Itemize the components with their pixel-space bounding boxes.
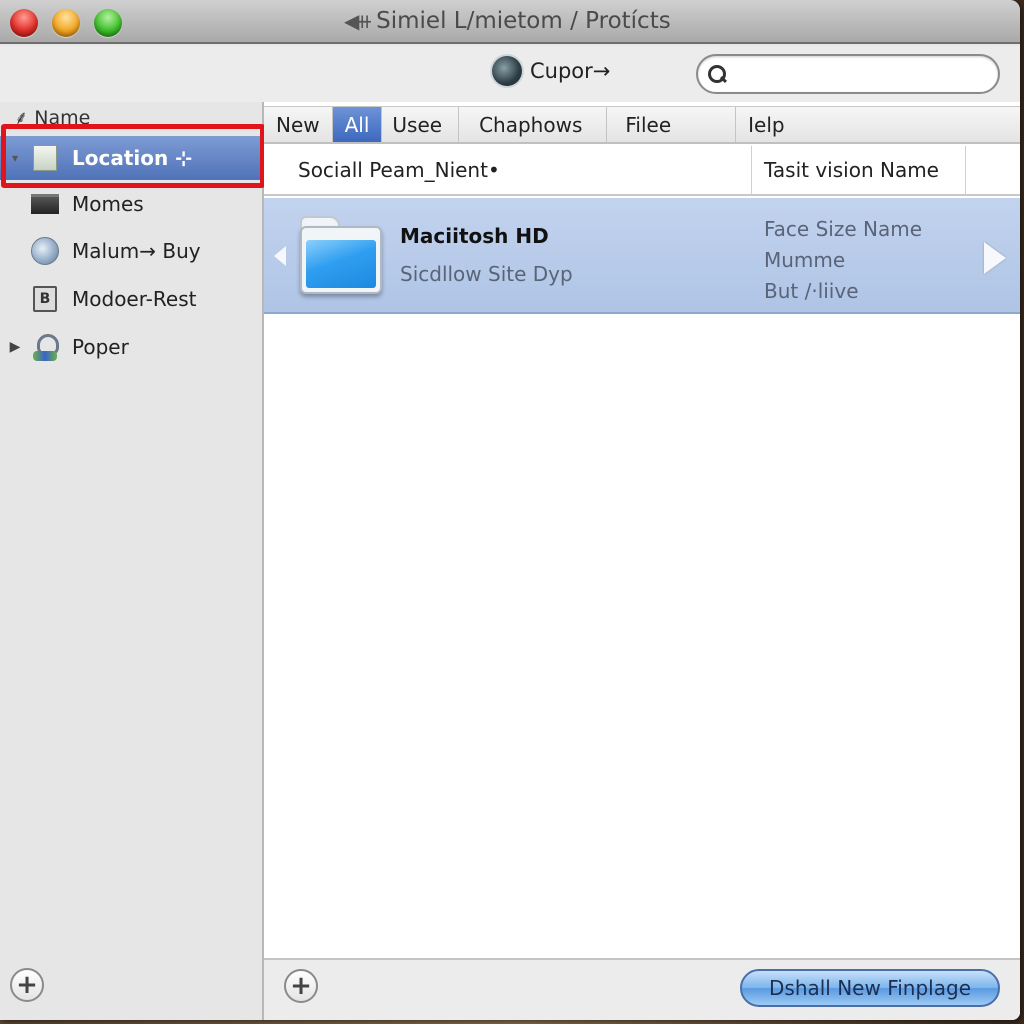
plus-icon: +: [16, 970, 38, 1000]
toolbar-action-label: Cupor→: [530, 59, 611, 83]
sidebar-item-modoer-rest[interactable]: B Modoer-Rest: [0, 277, 262, 321]
row-meta-line: Face Size Name: [764, 217, 922, 241]
tab-usee[interactable]: Usee: [382, 107, 460, 142]
tab-chaphows[interactable]: Chaphows: [459, 107, 608, 142]
row-meta-line: Mumme: [764, 248, 846, 272]
next-arrow-icon[interactable]: [984, 242, 1006, 274]
sidebar-item-label: Poper: [72, 335, 129, 359]
gear-icon: [492, 56, 522, 86]
sidebar-item-label: Malum→ Buy: [72, 239, 201, 263]
add-button[interactable]: +: [284, 969, 318, 1003]
row-subtitle: Sicdllow Site Dyp: [400, 262, 573, 286]
sidebar-item-momes[interactable]: Momes: [0, 182, 262, 226]
toolbar-action-button[interactable]: Cupor→: [492, 56, 610, 86]
sidebar-item-label: Momes: [72, 192, 144, 216]
zoom-button[interactable]: [94, 9, 122, 37]
sidebar-header[interactable]: ⸙ Name: [14, 104, 90, 130]
sidebar-add-button[interactable]: +: [10, 968, 44, 1002]
finder-window: ◀⧺ Simiel L/mietom / Protícts Cupor→ ⸙ N…: [0, 0, 1020, 1020]
table-row[interactable]: Maciitosh HD Sicdllow Site Dyp Face Size…: [264, 198, 1020, 314]
column-header-name[interactable]: Sociall Peam_Nient•: [264, 146, 752, 194]
title-bar: ◀⧺ Simiel L/mietom / Protícts: [0, 0, 1020, 44]
tab-new[interactable]: New: [264, 107, 333, 142]
drive-icon: B: [33, 286, 57, 312]
search-field[interactable]: [696, 54, 1000, 94]
column-header-vision-name[interactable]: Tasit vision Name: [752, 146, 966, 194]
plus-icon: +: [290, 971, 312, 1001]
document-icon: [33, 145, 57, 171]
back-forward-icon: ◀⧺: [344, 9, 373, 33]
sidebar: ⸙ Name ▾ Location ⊹ Momes Malum→ Buy B M…: [0, 102, 264, 1020]
folder-icon: [300, 216, 382, 296]
user-icon: [31, 333, 59, 361]
search-input[interactable]: [732, 65, 998, 83]
box-icon: [31, 194, 59, 214]
toolbar: Cupor→: [0, 46, 1020, 102]
sidebar-item-poper[interactable]: ▶ Poper: [0, 325, 262, 369]
sidebar-item-label: Modoer-Rest: [72, 287, 197, 311]
bottom-bar: + Dshall New Finplage: [264, 958, 1020, 1020]
close-button[interactable]: [10, 9, 38, 37]
sidebar-item-malum-buy[interactable]: Malum→ Buy: [0, 229, 262, 273]
sidebar-item-label: Location ⊹: [72, 146, 192, 170]
window-title: ◀⧺ Simiel L/mietom / Protícts: [344, 8, 671, 34]
column-headers: Sociall Peam_Nient• Tasit vision Name: [264, 146, 1020, 196]
search-icon: [708, 65, 726, 83]
tab-bar: New All Usee Chaphows Filee Ielp: [264, 106, 1020, 144]
primary-action-button[interactable]: Dshall New Finplage: [740, 969, 1000, 1007]
tab-filee[interactable]: Filee: [607, 107, 737, 142]
sort-icon: ⸙: [14, 107, 35, 129]
disclosure-down-icon[interactable]: ▾: [0, 151, 30, 165]
tab-all[interactable]: All: [332, 107, 383, 142]
main-pane: New All Usee Chaphows Filee Ielp Sociall…: [264, 102, 1020, 1020]
row-meta: Face Size Name Mumme But /·liive: [764, 214, 922, 307]
globe-icon: [31, 237, 59, 265]
previous-arrow-icon[interactable]: [274, 246, 286, 266]
column-header-extra: [966, 146, 1020, 194]
sidebar-item-location[interactable]: ▾ Location ⊹: [0, 136, 262, 180]
minimize-button[interactable]: [52, 9, 80, 37]
row-meta-line: But /·liive: [764, 279, 859, 303]
window-title-text: Simiel L/mietom / Protícts: [376, 8, 671, 34]
row-title: Maciitosh HD: [400, 224, 549, 248]
tab-help[interactable]: Ielp: [736, 107, 1020, 142]
disclosure-right-icon[interactable]: ▶: [0, 339, 30, 355]
